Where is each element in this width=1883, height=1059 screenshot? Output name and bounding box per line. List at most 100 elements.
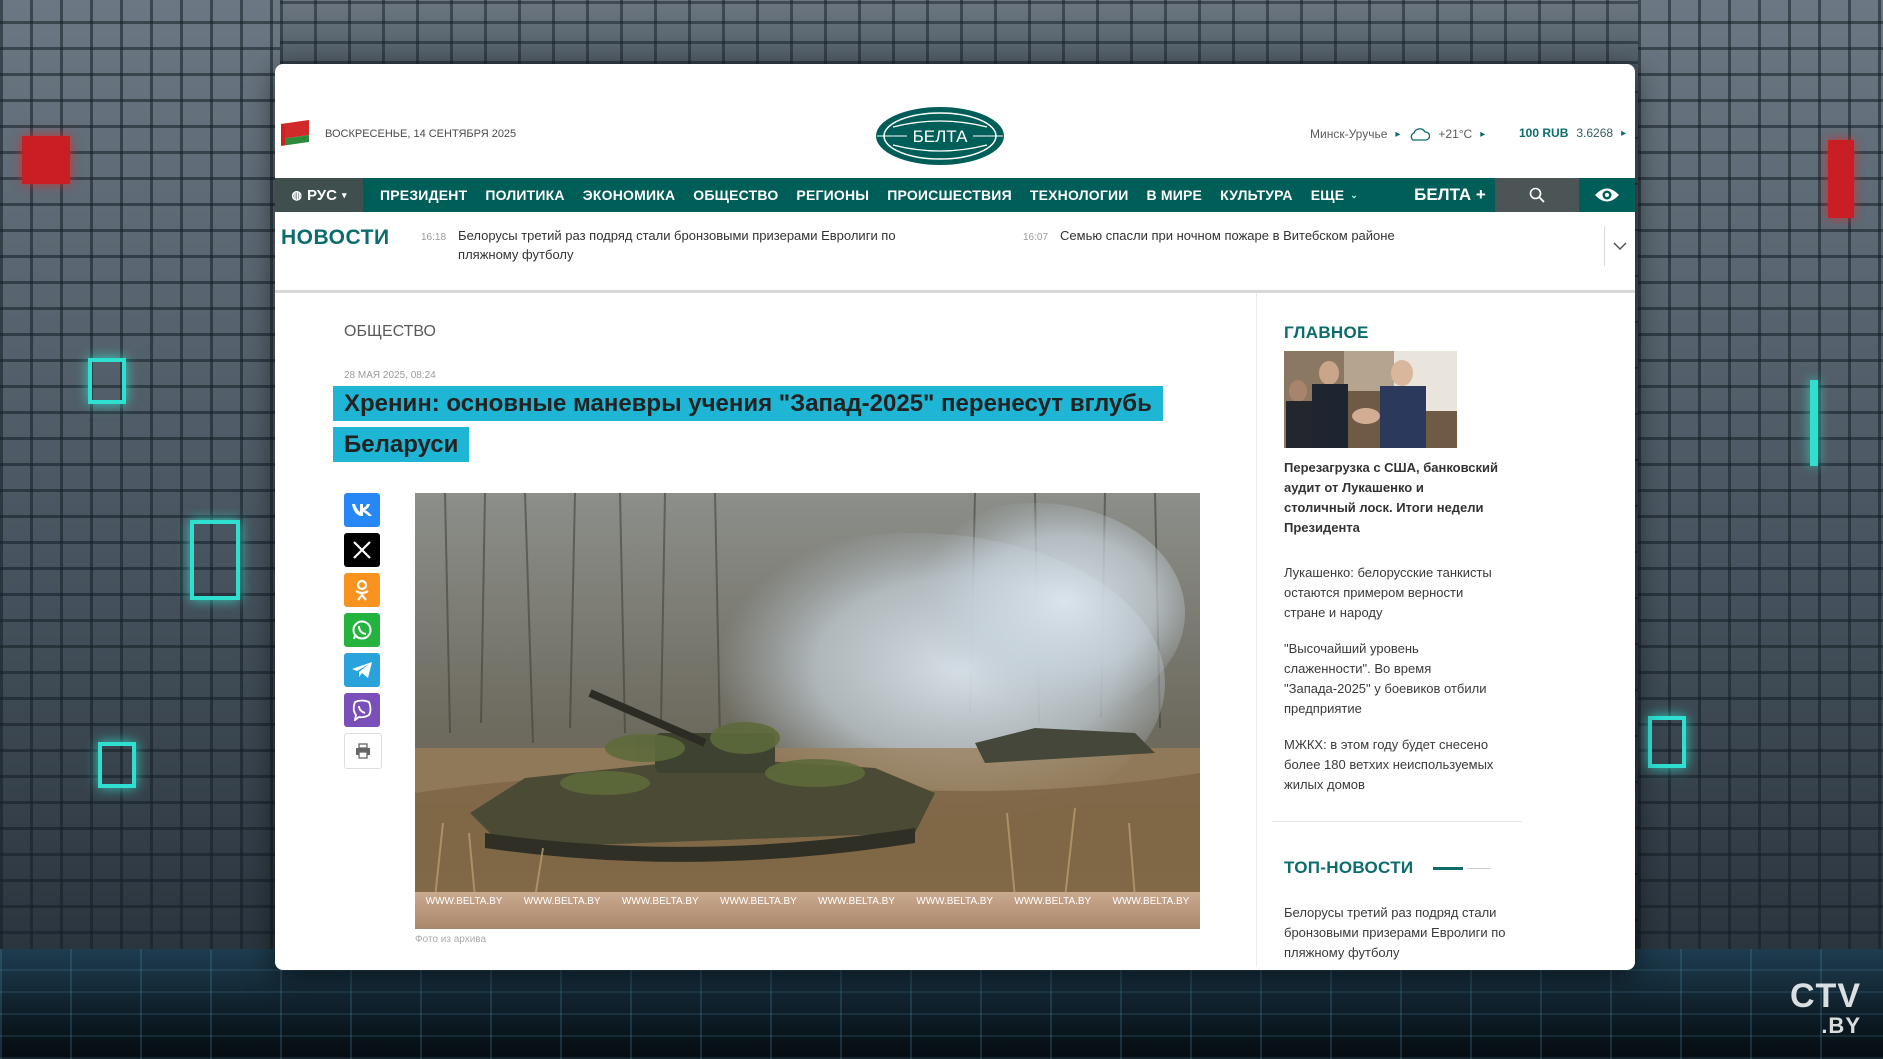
ticker-time: 16:18 — [421, 232, 447, 243]
share-bar — [344, 493, 382, 775]
currency-label: 100 RUB — [1519, 126, 1569, 140]
watermark-text: WWW.BELTA.BY — [720, 896, 797, 907]
caret-right-icon: ▸ — [1480, 128, 1486, 140]
watermark-text: WWW.BELTA.BY — [621, 896, 699, 907]
article-photo[interactable]: WWW.BELTA.BY WWW.BELTA.BY WWW.BELTA.BY W… — [415, 493, 1200, 929]
top-news-heading: ТОП-НОВОСТИ — [1284, 858, 1414, 877]
nav-item-technology[interactable]: ТЕХНОЛОГИИ — [1021, 187, 1138, 203]
eye-icon — [1595, 188, 1619, 202]
channel-logo-text: CTV — [1790, 977, 1861, 1015]
decor-red-block — [22, 136, 70, 184]
decor-teal-frame — [190, 520, 240, 600]
logo-text: БЕЛТА — [913, 127, 968, 146]
belta-plus-link[interactable]: БЕЛТА + — [1405, 178, 1495, 212]
temperature: +21°C — [1438, 127, 1473, 141]
watermark-text: WWW.BELTA.BY — [1014, 896, 1092, 907]
ticker-text: Белорусы третий раз подряд стали бронзов… — [458, 228, 896, 262]
article-date: 28 МАЯ 2025, 08:24 — [344, 370, 436, 381]
column-divider — [1256, 293, 1257, 967]
sidebar-divider — [1272, 821, 1522, 822]
sidebar-news-item[interactable]: "Высочайший уровень слаженности". Во вре… — [1284, 639, 1506, 719]
heading-accent-line — [1433, 866, 1464, 870]
currency-value: 3.6268 — [1576, 126, 1614, 140]
watermark-text: WWW.BELTA.BY — [1112, 896, 1190, 907]
ticker-label: НОВОСТИ — [281, 226, 390, 249]
page-content: ОБЩЕСТВО 28 МАЯ 2025, 08:24 Хренин: осно… — [275, 293, 1635, 967]
belta-logo[interactable]: БЕЛТА — [873, 105, 1007, 167]
photo-watermark-strip: WWW.BELTA.BY WWW.BELTA.BY WWW.BELTA.BY W… — [415, 892, 1200, 929]
whatsapp-icon — [352, 620, 372, 640]
cloud-sun-icon — [1411, 128, 1431, 141]
nav-item-society[interactable]: ОБЩЕСТВО — [684, 187, 787, 203]
decor-red-block — [1828, 140, 1854, 218]
weather-location: Минск-Уручье — [1310, 127, 1388, 141]
news-ticker: НОВОСТИ 16:18 Белорусы третий раз подряд… — [275, 212, 1635, 293]
sidebar-news-item[interactable]: Лукашенко: белорусские танкисты остаются… — [1284, 563, 1506, 623]
watermark-text: WWW.BELTA.BY — [523, 896, 601, 907]
share-x-button[interactable] — [344, 533, 380, 567]
ticker-text: Семью спасли при ночном пожаре в Витебск… — [1060, 228, 1395, 243]
search-icon — [1529, 187, 1545, 203]
x-icon — [353, 541, 371, 559]
heading-line — [1467, 867, 1492, 869]
nav-item-more[interactable]: ЕЩЕ ⌄ — [1302, 187, 1367, 203]
watermark-text: WWW.BELTA.BY — [916, 896, 994, 907]
photo-caption: Фото из архива — [415, 934, 487, 945]
article-rubric[interactable]: ОБЩЕСТВО — [344, 323, 436, 341]
nav-item-world[interactable]: В МИРЕ — [1138, 187, 1212, 203]
nav-item-regions[interactable]: РЕГИОНЫ — [787, 187, 878, 203]
military-vehicle-photo — [415, 493, 1200, 929]
share-telegram-button[interactable] — [344, 653, 380, 687]
lead-news-thumbnail[interactable] — [1284, 351, 1457, 448]
main-nav: ◍ РУС ▾ ПРЕЗИДЕНТ ПОЛИТИКА ЭКОНОМИКА ОБЩ… — [275, 178, 1635, 212]
nav-item-culture[interactable]: КУЛЬТУРА — [1211, 187, 1302, 203]
language-label: РУС — [306, 186, 337, 204]
caret-right-icon: ▸ — [1395, 128, 1401, 140]
viber-icon — [352, 699, 372, 721]
browser-window: ВОСКРЕСЕНЬЕ, 14 СЕНТЯБРЯ 2025 БЕЛТА Минс… — [275, 64, 1635, 970]
odnoklassniki-icon — [355, 579, 369, 601]
ticker-item[interactable]: 16:07 Семью спасли при ночном пожаре в В… — [1023, 226, 1443, 247]
decor-teal-frame — [1648, 716, 1686, 768]
share-vk-button[interactable] — [344, 493, 380, 527]
channel-logo-suffix: .BY — [1821, 1013, 1861, 1038]
nav-item-economy[interactable]: ЭКОНОМИКА — [574, 187, 685, 203]
article-title: Хренин: основные маневры учения "Запад-2… — [333, 383, 1163, 465]
chevron-down-icon: ▾ — [341, 189, 347, 200]
language-selector[interactable]: ◍ РУС ▾ — [275, 178, 363, 212]
nav-item-incidents[interactable]: ПРОИСШЕСТВИЯ — [878, 187, 1021, 203]
watermark-text: WWW.BELTA.BY — [818, 896, 895, 907]
sidebar-news-item[interactable]: МЖКХ: в этом году будет снесено более 18… — [1284, 735, 1506, 795]
studio-wall-top — [280, 0, 1638, 64]
top-news-item[interactable]: Белорусы третий раз подряд стали бронзов… — [1284, 903, 1506, 963]
chevron-down-icon — [1613, 242, 1627, 250]
share-whatsapp-button[interactable] — [344, 613, 380, 647]
ticker-item[interactable]: 16:18 Белорусы третий раз подряд стали б… — [421, 226, 921, 264]
nav-item-politics[interactable]: ПОЛИТИКА — [476, 187, 573, 203]
currency-widget[interactable]: 100 RUB 3.6268 ▸ — [1519, 126, 1626, 140]
lead-news-title[interactable]: Перезагрузка с США, банковский аудит от … — [1284, 458, 1499, 538]
sidebar-main-heading: ГЛАВНОЕ — [1284, 323, 1369, 342]
channel-logo: CTV .BY — [1790, 979, 1861, 1041]
belarus-flag-icon — [281, 120, 309, 146]
header-date: ВОСКРЕСЕНЬЕ, 14 СЕНТЯБРЯ 2025 — [325, 128, 517, 140]
share-odnoklassniki-button[interactable] — [344, 573, 380, 607]
handshake-photo — [1284, 351, 1457, 448]
print-button[interactable] — [344, 733, 382, 769]
weather-widget[interactable]: Минск-Уручье ▸ +21°C ▸ — [1310, 126, 1485, 142]
nav-more-label: ЕЩЕ — [1310, 187, 1345, 203]
accessibility-button[interactable] — [1579, 178, 1635, 212]
search-button[interactable] — [1495, 178, 1579, 212]
print-icon — [356, 743, 370, 759]
ticker-expand-button[interactable] — [1604, 226, 1635, 266]
share-viber-button[interactable] — [344, 693, 380, 727]
chevron-down-icon: ⌄ — [1350, 189, 1359, 200]
globe-icon: ◍ — [291, 188, 302, 202]
top-news-heading-row: ТОП-НОВОСТИ — [1284, 858, 1492, 878]
site-header: ВОСКРЕСЕНЬЕ, 14 СЕНТЯБРЯ 2025 БЕЛТА Минс… — [275, 64, 1635, 178]
vk-icon — [352, 504, 372, 516]
caret-right-icon: ▸ — [1621, 127, 1627, 139]
decor-teal-frame — [98, 742, 136, 788]
decor-teal-bar — [1810, 380, 1818, 466]
nav-item-president[interactable]: ПРЕЗИДЕНТ — [371, 187, 476, 203]
